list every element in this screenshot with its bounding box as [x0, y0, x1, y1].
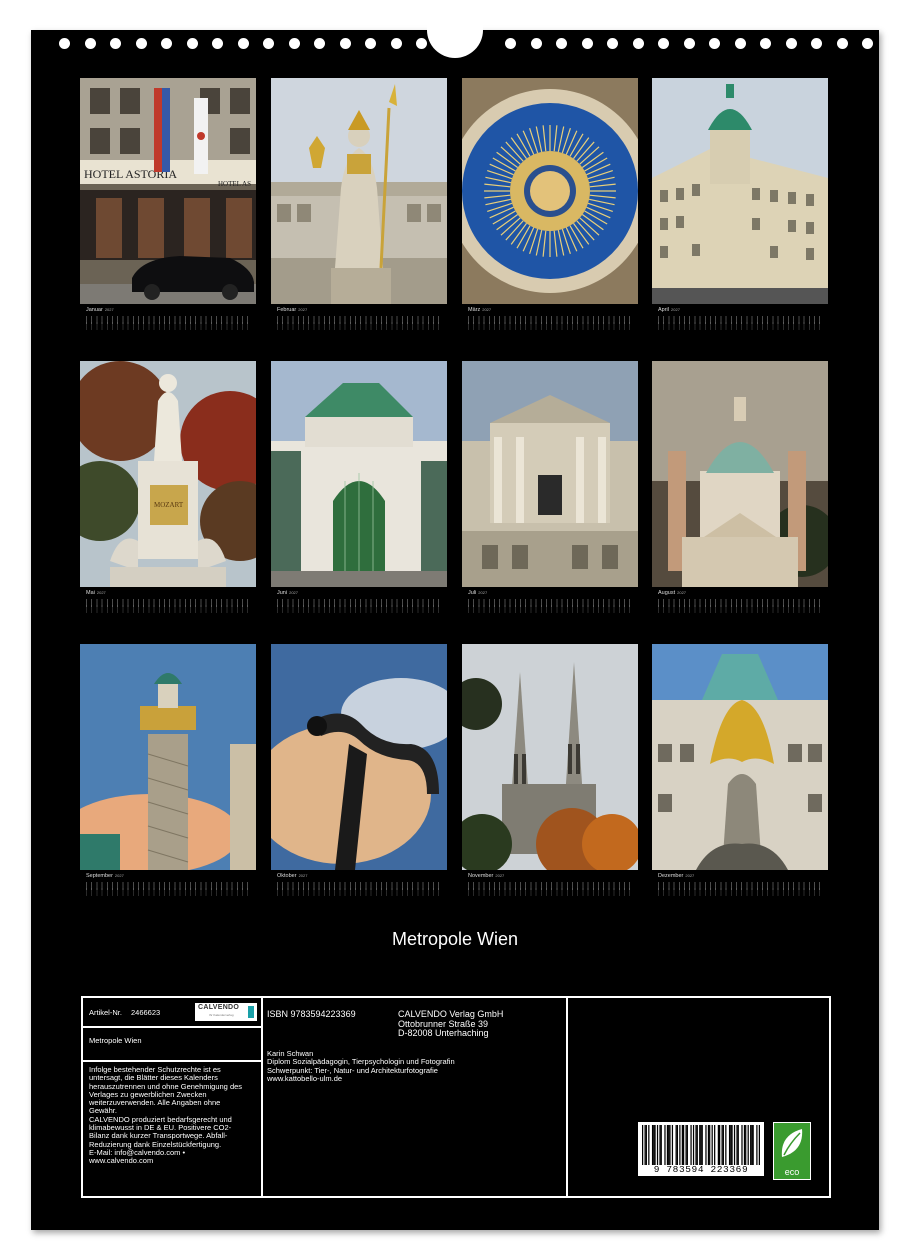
- binding-hole: [556, 38, 567, 49]
- publisher-address: CALVENDO Verlag GmbH Ottobrunner Straße 3…: [398, 1009, 503, 1039]
- binding-hole: [530, 38, 542, 49]
- photo-votivkirche: [462, 644, 638, 870]
- binding-hole: [212, 38, 223, 49]
- binding-hole: [263, 38, 274, 49]
- binding-hole: [339, 38, 351, 49]
- binding-hole: [811, 38, 822, 49]
- month-label: November 2027: [468, 873, 505, 879]
- binding-hole: [683, 38, 695, 49]
- photo-pallas-athene: [271, 78, 447, 304]
- binding-hole: [314, 38, 325, 49]
- binding-hole: [709, 38, 720, 49]
- legal-text: Infolge bestehender Schutzrechte ist es u…: [89, 1065, 242, 1166]
- binding-hole: [632, 38, 644, 49]
- eco-badge: eco: [773, 1122, 811, 1180]
- author-info: Karin Schwan Diplom Sozialpädagogin, Tier…: [267, 1049, 455, 1083]
- info-box: Artikel-Nr. 2466623 CALVENDO Ihr Kalende…: [81, 996, 831, 1198]
- binding-hole: [59, 38, 70, 49]
- binding-hole: [785, 38, 797, 49]
- photo-dome-ceiling: [462, 78, 638, 304]
- product-title: Metropole Wien: [89, 1036, 142, 1045]
- binding-hole: [84, 38, 96, 49]
- binding-hole: [390, 38, 402, 49]
- mozart-plaque-text: MOZART: [154, 501, 184, 509]
- barcode: 9 783594 223369: [638, 1122, 764, 1176]
- photo-palmenhaus: [271, 361, 447, 587]
- binding-hole: [581, 38, 593, 49]
- photo-sculpture-sky: [271, 644, 447, 870]
- binding-hole: [760, 38, 771, 49]
- hanger-cutout: [427, 24, 483, 58]
- month-label: August 2027: [658, 590, 687, 596]
- month-label: Februar 2027: [277, 307, 308, 313]
- photo-corner-building: [652, 78, 828, 304]
- hotel-sign-text-2: HOTEL AS: [218, 180, 251, 188]
- month-label: Juni 2027: [277, 590, 298, 596]
- photo-pestsaeule: [652, 644, 828, 870]
- info-column-right: 9 783594 223369 eco: [568, 998, 829, 1196]
- info-column-left: Artikel-Nr. 2466623 CALVENDO Ihr Kalende…: [83, 998, 263, 1196]
- binding-hole: [836, 38, 848, 49]
- month-label: September 2027: [86, 873, 124, 879]
- binding-hole: [505, 38, 516, 49]
- binding-hole: [110, 38, 121, 49]
- binding-hole: [135, 38, 147, 49]
- text-line: www.kattobello-ulm.de: [267, 1073, 343, 1083]
- month-label: Juli 2027: [468, 590, 488, 596]
- text-line: www.calvendo.com: [89, 1156, 154, 1166]
- binding-hole: [186, 38, 198, 49]
- binding-hole: [734, 38, 746, 49]
- isbn: ISBN 9783594223369: [267, 1009, 356, 1019]
- article-label: Artikel-Nr.: [89, 1008, 122, 1017]
- binding-hole: [237, 38, 249, 49]
- calvendo-logo: CALVENDO Ihr Kalenderverlag: [195, 1003, 257, 1021]
- month-label: März 2027: [468, 307, 492, 313]
- info-column-middle: ISBN 9783594223369 CALVENDO Verlag GmbH O…: [263, 998, 568, 1196]
- calendar-title: Metropole Wien: [391, 929, 519, 949]
- month-label: Januar 2027: [86, 307, 114, 313]
- binding-hole: [416, 38, 427, 49]
- calendar-back-page: HOTEL ASTORIA HOTEL AS Januar 2027 Febru…: [31, 24, 879, 1230]
- binding-hole: [862, 38, 873, 49]
- month-label: April 2027: [658, 307, 680, 313]
- photo-karlskirche: [652, 361, 828, 587]
- binding-hole: [658, 38, 669, 49]
- leaf-icon: [781, 1129, 803, 1157]
- month-label: Mai 2027: [86, 590, 106, 596]
- binding-hole: [161, 38, 172, 49]
- article-row: Artikel-Nr. 2466623 CALVENDO Ihr Kalende…: [83, 998, 261, 1028]
- product-title-row: Metropole Wien: [83, 1028, 261, 1062]
- photo-column: [80, 644, 256, 870]
- photo-mozart-monument: MOZART: [80, 361, 256, 587]
- text-line: D-82008 Unterhaching: [398, 1028, 489, 1038]
- calvendo-logo-mark: [248, 1006, 254, 1018]
- binding-hole: [288, 38, 300, 49]
- month-label: Dezember 2027: [658, 873, 695, 879]
- barcode-digits: 9 783594 223369: [653, 1164, 749, 1175]
- photo-hotel-astoria: HOTEL ASTORIA HOTEL AS: [80, 78, 256, 304]
- photo-hofburg-facade: [462, 361, 638, 587]
- binding-hole: [365, 38, 376, 49]
- binding-hole: [607, 38, 618, 49]
- article-number: 2466623: [131, 1008, 161, 1017]
- month-label: Oktober 2027: [277, 873, 308, 879]
